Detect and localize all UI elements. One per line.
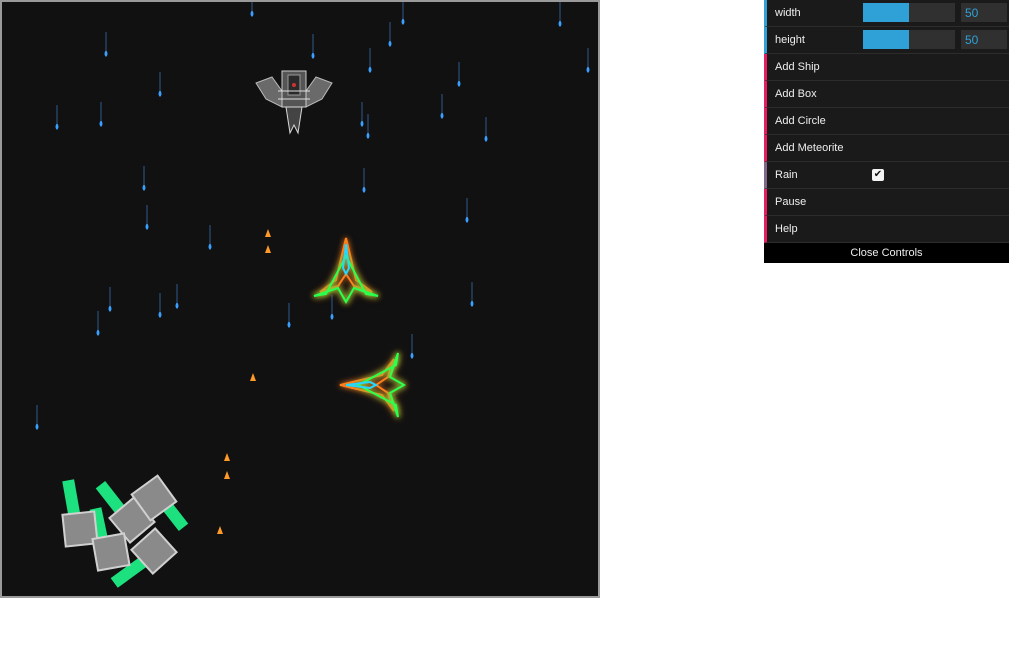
raindrop-icon <box>208 243 212 250</box>
add-circle-label: Add Circle <box>775 115 826 127</box>
grey-fighter-icon[interactable] <box>255 70 333 135</box>
raindrop-icon <box>330 313 334 320</box>
add-box-button[interactable]: Add Box <box>764 81 1009 108</box>
width-slider-fill <box>863 3 909 22</box>
raindrop-icon <box>311 52 315 59</box>
height-label: height <box>775 34 805 46</box>
raindrop-icon <box>470 300 474 307</box>
add-meteorite-label: Add Meteorite <box>775 142 844 154</box>
help-label: Help <box>775 223 798 235</box>
raindrop-icon <box>55 123 59 130</box>
raindrop-icon <box>287 321 291 328</box>
ember-icon <box>250 373 256 381</box>
raindrop-icon <box>104 50 108 57</box>
rain-control: Rain ✔ <box>764 162 1009 189</box>
box-pile[interactable] <box>61 474 189 588</box>
checkmark-icon: ✔ <box>873 169 883 180</box>
raindrop-icon <box>175 302 179 309</box>
raindrop-icon <box>142 184 146 191</box>
game-canvas[interactable] <box>0 0 600 598</box>
neon-ship-icon[interactable] <box>339 352 407 418</box>
raindrop-icon <box>465 216 469 223</box>
raindrop-icon <box>35 423 39 430</box>
height-slider-fill <box>863 30 909 49</box>
height-slider[interactable] <box>863 30 955 49</box>
ember-icon <box>217 526 223 534</box>
raindrop-icon <box>366 132 370 139</box>
ember-icon <box>224 471 230 479</box>
height-input[interactable] <box>961 30 1007 49</box>
raindrop-icon <box>96 329 100 336</box>
width-slider[interactable] <box>863 3 955 22</box>
gray-box[interactable] <box>91 532 131 572</box>
raindrop-icon <box>158 90 162 97</box>
raindrop-icon <box>440 112 444 119</box>
game-scene <box>35 2 590 588</box>
pause-button[interactable]: Pause <box>764 189 1009 216</box>
pause-label: Pause <box>775 196 807 208</box>
ember-icon <box>265 245 271 253</box>
add-circle-button[interactable]: Add Circle <box>764 108 1009 135</box>
raindrop-icon <box>586 66 590 73</box>
raindrop-icon <box>457 80 461 87</box>
rain-label: Rain <box>775 169 798 181</box>
raindrop-icon <box>388 40 392 47</box>
raindrop-icon <box>250 10 254 17</box>
raindrop-icon <box>362 186 366 193</box>
ember-icon <box>265 229 271 237</box>
add-ship-button[interactable]: Add Ship <box>764 54 1009 81</box>
rain-layer <box>35 2 590 430</box>
help-button[interactable]: Help <box>764 216 1009 243</box>
width-control: width <box>764 0 1009 27</box>
raindrop-icon <box>360 120 364 127</box>
raindrop-icon <box>401 18 405 25</box>
width-input[interactable] <box>961 3 1007 22</box>
height-control: height <box>764 27 1009 54</box>
close-controls-button[interactable]: Close Controls <box>764 243 1009 263</box>
raindrop-icon <box>108 305 112 312</box>
raindrop-icon <box>145 223 149 230</box>
raindrop-icon <box>99 120 103 127</box>
controls-panel: width height Add Ship Add Box Add Circle… <box>764 0 1009 263</box>
ember-icon <box>224 453 230 461</box>
add-ship-label: Add Ship <box>775 61 820 73</box>
raindrop-icon <box>484 135 488 142</box>
raindrop-icon <box>158 311 162 318</box>
raindrop-icon <box>368 66 372 73</box>
width-label: width <box>775 7 801 19</box>
add-meteorite-button[interactable]: Add Meteorite <box>764 135 1009 162</box>
raindrop-icon <box>558 20 562 27</box>
raindrop-icon <box>410 352 414 359</box>
ember-layer <box>217 229 271 534</box>
add-box-label: Add Box <box>775 88 817 100</box>
rain-checkbox[interactable]: ✔ <box>872 169 884 181</box>
neon-ship-icon[interactable] <box>313 237 379 305</box>
